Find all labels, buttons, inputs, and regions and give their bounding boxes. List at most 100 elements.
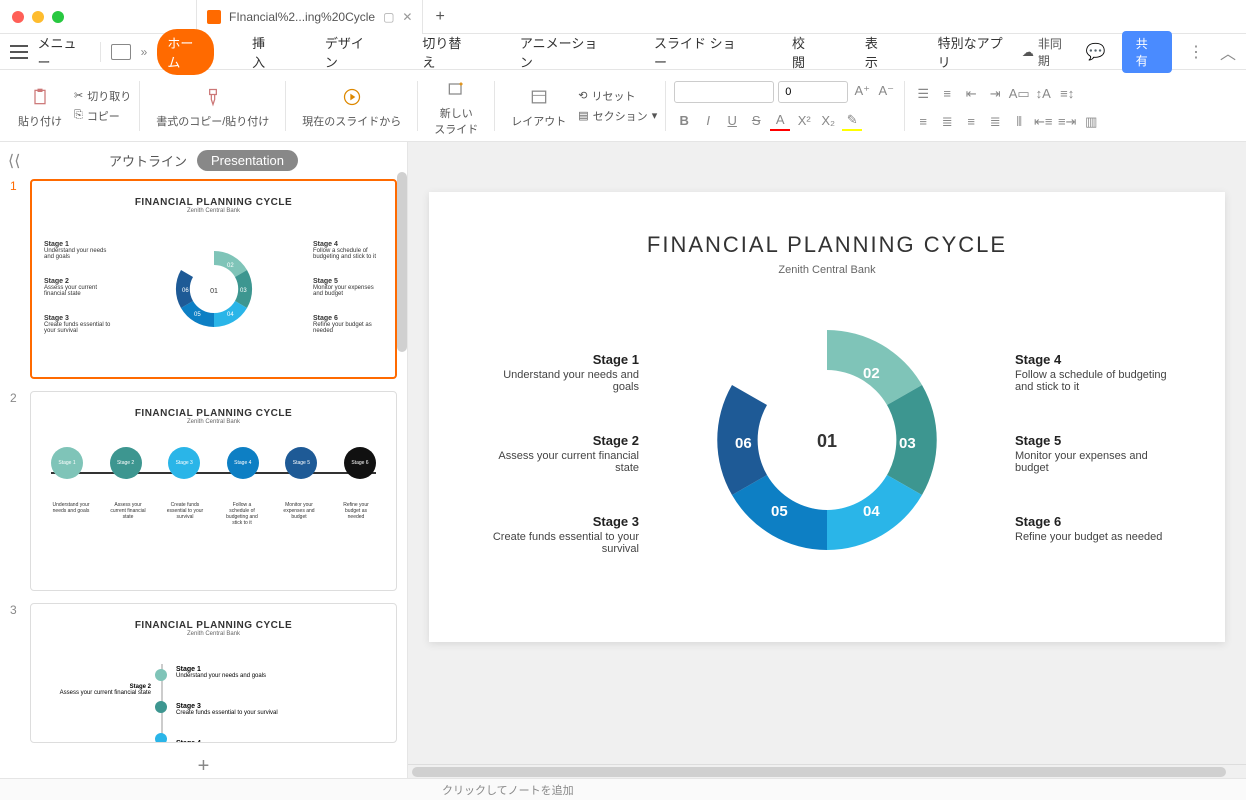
collapse-panel-icon[interactable]: ⟨⟨ [8,151,20,171]
line-spacing-button[interactable]: ≡↕ [1057,84,1077,104]
tab-insert[interactable]: 挿入 [242,29,287,75]
outline-tab[interactable]: アウトライン [109,151,187,170]
highlight-button[interactable]: ✎ [842,111,862,131]
collapse-ribbon-icon[interactable]: ︿ [1220,40,1236,64]
share-button[interactable]: 共有 [1122,31,1172,73]
align-justify-button[interactable]: ≣ [985,112,1005,132]
sidebar-scrollbar[interactable] [397,172,407,352]
svg-text:01: 01 [817,431,837,451]
slide-thumbnail-2[interactable]: FINANCIAL PLANNING CYCLE Zenith Central … [30,391,397,591]
slide-panel: ⟨⟨ アウトライン Presentation 1 FINANCIAL PLANN… [0,142,408,778]
copy-icon: ⎘ [74,109,83,122]
columns-button[interactable]: ▥ [1081,112,1101,132]
svg-text:04: 04 [863,503,880,520]
copy-button[interactable]: ⎘コピー [74,108,131,124]
close-window-icon[interactable] [12,11,24,23]
tab-view[interactable]: 表示 [855,29,900,75]
document-tab-title: FInancial%2...ing%20Cycle [229,10,375,24]
cloud-icon: ☁ [1022,45,1034,59]
align-center-button[interactable]: ≣ [937,112,957,132]
text-box-button[interactable]: A▭ [1009,84,1029,104]
svg-text:03: 03 [899,435,916,452]
align-left-button[interactable]: ≡ [913,112,933,132]
thumb-number: 2 [10,391,24,591]
strikethrough-button[interactable]: S [746,111,766,131]
slide-canvas[interactable]: FINANCIAL PLANNING CYCLE Zenith Central … [429,192,1225,642]
comment-icon[interactable]: 💬 [1086,42,1106,62]
underline-button[interactable]: U [722,111,742,131]
decrease-indent-button[interactable]: ⇤ [961,84,981,104]
minimize-window-icon[interactable] [32,11,44,23]
window-controls [0,11,76,23]
format-painter-button[interactable]: 書式のコピー/貼り付け [148,83,277,129]
cut-button[interactable]: ✂切り取り [74,88,131,104]
sync-status[interactable]: ☁非同期 [1022,35,1070,69]
font-color-button[interactable]: A [770,111,790,131]
new-slide-icon [442,75,470,103]
align-right-button[interactable]: ≡ [961,112,981,132]
slide-thumbnail-3[interactable]: FINANCIAL PLANNING CYCLE Zenith Central … [30,603,397,743]
decrease-font-icon[interactable]: A⁻ [876,81,896,101]
font-family-input[interactable] [674,81,774,103]
reset-icon: ⟲ [578,89,587,102]
add-slide-button[interactable]: + [10,755,397,778]
svg-text:03: 03 [240,288,247,294]
new-tab-button[interactable]: + [423,8,456,26]
paste-icon [26,83,54,111]
thumb-number: 1 [10,179,24,379]
donut-chart-thumb: 01 0203 0405 06 [164,239,264,339]
layout-button[interactable]: レイアウト [503,83,574,129]
tab-review[interactable]: 校閲 [782,29,827,75]
bullets-button[interactable]: ☰ [913,84,933,104]
tab-animation[interactable]: アニメーション [510,29,616,75]
ribbon-tabs: ホーム 挿入 デザイン 切り替え アニメーション スライド ショー 校閲 表示 … [157,29,1021,75]
slide-thumbnail-1[interactable]: FINANCIAL PLANNING CYCLE Zenith Central … [30,179,397,379]
tab-transition[interactable]: 切り替え [412,29,482,75]
maximize-window-icon[interactable] [52,11,64,23]
hamburger-icon[interactable] [10,45,28,59]
wps-icon [207,10,221,24]
text-direction-button[interactable]: ↕A [1033,84,1053,104]
font-size-input[interactable] [778,81,848,103]
ribbon: 貼り付け ✂切り取り ⎘コピー 書式のコピー/貼り付け 現在のスライドから 新し… [0,70,1246,142]
bold-button[interactable]: B [674,111,694,131]
subscript-button[interactable]: X₂ [818,111,838,131]
tab-special[interactable]: 特別なアプリ [928,29,1022,75]
svg-text:04: 04 [227,312,234,318]
increase-indent-button[interactable]: ⇥ [985,84,1005,104]
open-file-icon[interactable] [111,44,131,60]
tab-home[interactable]: ホーム [157,29,214,75]
svg-text:01: 01 [210,288,218,295]
superscript-button[interactable]: X² [794,111,814,131]
presentation-mode-icon[interactable]: ▢ [383,10,394,24]
tab-design[interactable]: デザイン [315,29,385,75]
more-quick-icon[interactable]: » [141,45,148,59]
from-current-slide-button[interactable]: 現在のスライドから [294,83,409,129]
svg-text:02: 02 [227,263,234,269]
paste-group[interactable]: 貼り付け [10,83,70,129]
italic-button[interactable]: I [698,111,718,131]
notes-placeholder[interactable]: クリックしてノートを追加 [442,782,574,798]
scissors-icon: ✂ [74,89,83,102]
svg-text:05: 05 [194,312,201,318]
slide-title: FINANCIAL PLANNING CYCLE [479,232,1175,258]
reset-button[interactable]: ⟲リセット [578,88,657,104]
indent-right-button[interactable]: ≡⇥ [1057,112,1077,132]
more-menu-icon[interactable]: ⋮ [1188,42,1204,62]
numbering-button[interactable]: ≡ [937,84,957,104]
cycle-donut-chart: 01 02 03 04 05 06 [697,310,957,570]
menu-button[interactable]: メニュー [38,33,89,71]
svg-text:02: 02 [863,365,880,382]
increase-font-icon[interactable]: A⁺ [852,81,872,101]
presentation-tab[interactable]: Presentation [197,150,298,171]
distribute-button[interactable]: ⫴ [1009,112,1029,132]
slide-subtitle: Zenith Central Bank [479,264,1175,276]
tab-slideshow[interactable]: スライド ショー [644,29,754,75]
horizontal-scrollbar[interactable] [408,764,1246,778]
stage-labels-left: Stage 1Understand your needs and goals S… [479,352,639,595]
indent-left-button[interactable]: ⇤≡ [1033,112,1053,132]
stage-labels-right: Stage 4Follow a schedule of budgeting an… [1015,352,1175,583]
section-button[interactable]: ▤セクション ▾ [578,108,657,124]
close-tab-icon[interactable]: ✕ [402,10,412,24]
new-slide-button[interactable]: 新しい スライド [426,75,486,137]
